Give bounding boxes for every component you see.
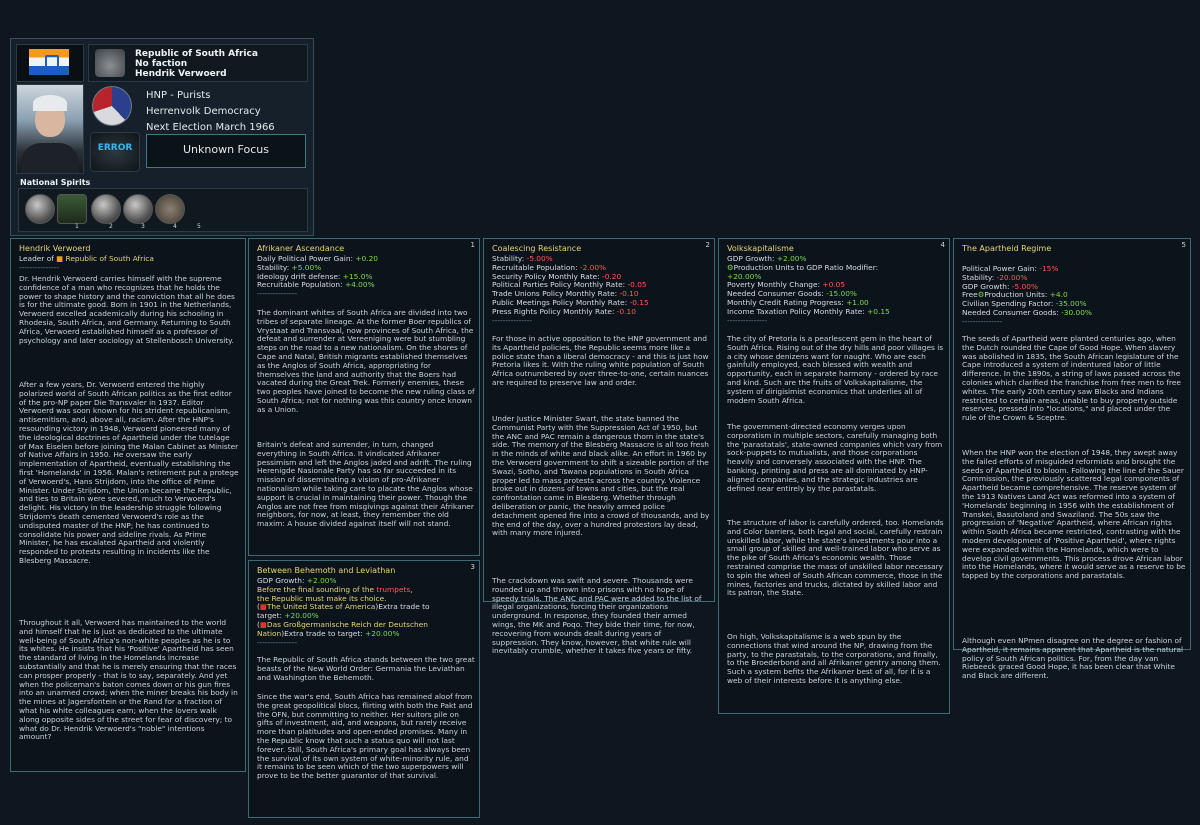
small-flag-icon: ■ xyxy=(56,254,64,263)
spirit-tooltip-apartheid-regime: 5 The Apartheid Regime Political Power G… xyxy=(953,238,1191,680)
spirit-desc-p1: The Republic of South Africa stands betw… xyxy=(257,655,478,682)
germany-flag-icon: ■ xyxy=(259,619,267,629)
government-type: Herrenvolk Democracy xyxy=(146,106,261,117)
spirit-title: The Apartheid Regime xyxy=(962,244,1052,253)
faction-name: No faction xyxy=(135,59,188,69)
spirit-afrikaner-icon[interactable] xyxy=(25,194,55,224)
spirit-effects: Stability: -5.00% Recruitable Population… xyxy=(492,254,649,325)
production-unit-icon: ⚙ xyxy=(727,262,734,272)
leader-portrait[interactable] xyxy=(16,84,84,174)
spirit-desc-p1: The seeds of Apartheid were planted cent… xyxy=(962,334,1184,423)
separator: --------------- xyxy=(962,316,1003,326)
national-spirits-label: National Spirits xyxy=(20,178,91,187)
leader-name: Hendrik Verwoerd xyxy=(135,69,227,79)
leader-bio-p3: Throughout it all, Verwoerd has maintain… xyxy=(19,618,241,742)
spirit-number-5: 5 xyxy=(197,223,201,230)
leader-tooltip-title: Hendrik Verwoerd xyxy=(19,244,91,253)
leader-tooltip-panel: Hendrik Verwoerd Leader of ■ Republic of… xyxy=(10,238,246,772)
spirit-desc-p2: When the HNP won the election of 1948, t… xyxy=(962,448,1188,581)
spirit-behemoth-icon[interactable] xyxy=(91,194,121,224)
spirit-number-2: 2 xyxy=(109,223,113,230)
leader-tooltip-subtitle: Leader of ■ Republic of South Africa ---… xyxy=(19,254,154,273)
separator: --------------- xyxy=(257,637,298,647)
spirit-number-4: 4 xyxy=(173,223,177,230)
country-name: Republic of South Africa xyxy=(135,49,258,59)
party-popularity-pie-icon[interactable] xyxy=(92,86,132,126)
error-icon[interactable]: ERROR xyxy=(90,132,140,172)
spirit-effects: GDP Growth: +2.00% ⚙Production Units to … xyxy=(727,254,890,325)
separator: --------------- xyxy=(19,262,60,272)
flag-emblem-icon xyxy=(29,49,69,75)
spirit-panel-number: 4 xyxy=(940,241,945,249)
spirit-desc-p4: On high, Volkskapitalisme is a web spun … xyxy=(727,632,944,685)
party-info: HNP - Purists Herrenvolk Democracy Next … xyxy=(146,88,275,136)
spirit-apartheid-icon[interactable] xyxy=(155,194,185,224)
spirit-desc-p1: The dominant whites of South Africa are … xyxy=(257,308,477,414)
spirit-panel-number: 2 xyxy=(705,241,710,249)
spirit-tooltip-volkskapitalisme: 4 Volkskapitalisme GDP Growth: +2.00% ⚙P… xyxy=(718,238,950,714)
spirit-title: Volkskapitalisme xyxy=(727,244,794,253)
tank-icon xyxy=(95,49,125,77)
spirit-title: Afrikaner Ascendance xyxy=(257,244,345,253)
spirit-volkskapitalisme-icon[interactable] xyxy=(123,194,153,224)
spirit-tooltip-coalescing-resistance: 2 Coalescing Resistance Stability: -5.00… xyxy=(483,238,715,655)
spirit-tooltip-afrikaner-ascendance: 1 Afrikaner Ascendance Daily Political P… xyxy=(248,238,480,556)
spirit-title: Coalescing Resistance xyxy=(492,244,582,253)
separator: --------------- xyxy=(492,315,533,325)
spirit-number-1: 1 xyxy=(75,223,79,230)
country-flag[interactable] xyxy=(16,44,84,82)
spirit-resistance-icon[interactable] xyxy=(57,194,87,224)
spirit-desc-p2: Since the war's end, South Africa has re… xyxy=(257,692,475,781)
spirit-panel-number: 1 xyxy=(470,241,475,249)
ruling-party: HNP - Purists xyxy=(146,90,211,101)
spirit-desc-p2: Britain's defeat and surrender, in turn,… xyxy=(257,440,477,529)
portrait-suit xyxy=(21,143,79,173)
spirit-tooltip-behemoth-leviathan: 3 Between Behemoth and Leviathan GDP Gro… xyxy=(248,560,480,818)
spirit-desc-p3: Although even NPmen disagree on the degr… xyxy=(962,636,1186,681)
spirit-title: Between Behemoth and Leviathan xyxy=(257,566,396,575)
leader-country-link[interactable]: Republic of South Africa xyxy=(66,254,154,263)
spirit-panel-number: 5 xyxy=(1181,241,1186,249)
spirit-effects: Daily Political Power Gain: +0.20 Stabil… xyxy=(257,254,378,299)
national-focus-button[interactable]: Unknown Focus xyxy=(146,134,306,168)
national-spirits-bar: 1 2 3 4 5 xyxy=(18,188,308,232)
usa-link[interactable]: The United States of America xyxy=(267,602,375,611)
leader-bio-p2: After a few years, Dr. Verwoerd entered … xyxy=(19,380,241,565)
usa-flag-icon: ■ xyxy=(259,602,267,612)
leader-bio-p1: Dr. Hendrik Verwoerd carries himself wit… xyxy=(19,274,238,345)
spirit-desc-p2: Under Justice Minister Swart, the state … xyxy=(492,414,712,538)
spirit-desc-p3: The crackdown was swift and severe. Thou… xyxy=(492,576,704,656)
trade-germany-line: (■Das Großgermanische Reich der Deutsche… xyxy=(257,619,428,638)
separator: --------------- xyxy=(257,289,298,299)
spirit-desc-p1: For those in active opposition to the HN… xyxy=(492,334,711,387)
spirit-effects: Political Power Gain: -15% Stability: -2… xyxy=(962,264,1092,327)
country-info-box: Republic of South Africa No faction Hend… xyxy=(88,44,308,82)
leader-of-label: Leader of xyxy=(19,254,54,263)
spirit-desc-p3: The structure of labor is carefully orde… xyxy=(727,518,947,598)
spirit-effects: GDP Growth: +2.00% Before the final soun… xyxy=(257,576,475,647)
spirit-desc-p2: The government-directed economy verges u… xyxy=(727,422,945,493)
portrait-hair xyxy=(33,95,67,111)
spirit-desc-p1: The city of Pretoria is a pearlescent ge… xyxy=(727,334,946,405)
spirit-panel-number: 3 xyxy=(470,563,475,571)
country-info-text: Republic of South Africa No faction Hend… xyxy=(135,49,258,79)
spirit-number-3: 3 xyxy=(141,223,145,230)
separator: --------------- xyxy=(727,315,768,325)
